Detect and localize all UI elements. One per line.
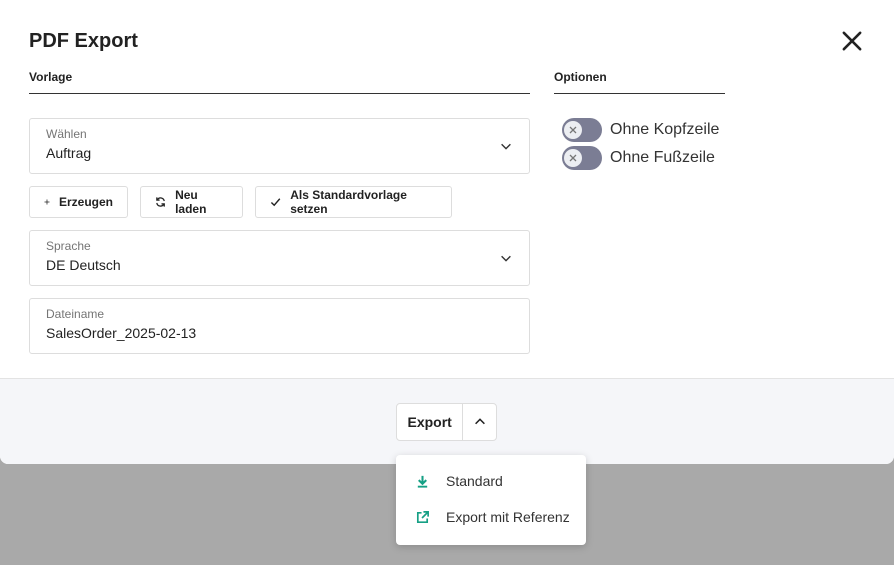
language-select-value: DE Deutsch <box>46 257 121 273</box>
dialog-title: PDF Export <box>29 30 138 52</box>
chevron-down-icon <box>501 143 511 150</box>
export-menu-toggle[interactable] <box>462 404 496 440</box>
section-options-header: Optionen <box>554 70 725 94</box>
x-icon <box>569 126 577 134</box>
filename-field-label: Dateiname <box>46 307 105 321</box>
export-menu: Standard Export mit Referenz <box>396 455 586 545</box>
dialog-footer: Export <box>0 378 894 464</box>
menu-item-standard-label: Standard <box>446 473 503 489</box>
chevron-up-icon <box>474 418 485 425</box>
template-select[interactable]: Wählen Auftrag <box>29 118 530 174</box>
export-button[interactable]: Export <box>397 404 462 440</box>
reload-button-label: Neu laden <box>175 188 207 216</box>
menu-item-standard[interactable]: Standard <box>396 463 586 499</box>
close-icon <box>842 31 862 51</box>
create-button-label: Erzeugen <box>58 195 113 209</box>
filename-field[interactable]: Dateiname SalesOrder_2025-02-13 <box>29 298 530 354</box>
external-link-icon <box>416 510 429 523</box>
template-select-value: Auftrag <box>46 145 92 161</box>
menu-item-export-with-reference[interactable]: Export mit Referenz <box>396 499 586 535</box>
set-default-template-button[interactable]: Als Standardvorlage setzen <box>255 186 452 218</box>
section-template-header: Vorlage <box>29 70 530 94</box>
filename-field-value: SalesOrder_2025-02-13 <box>46 325 197 341</box>
language-select-label: Sprache <box>46 239 91 253</box>
template-select-label: Wählen <box>46 127 87 141</box>
reload-button[interactable]: Neu laden <box>140 186 243 218</box>
no-footer-label: Ohne Fußzeile <box>610 149 715 166</box>
download-icon <box>417 475 428 488</box>
refresh-icon <box>156 197 165 207</box>
no-header-option[interactable]: Ohne Kopfzeile <box>562 118 719 142</box>
check-icon <box>270 198 281 207</box>
x-icon <box>569 154 577 162</box>
plus-icon <box>44 199 50 205</box>
no-footer-option[interactable]: Ohne Fußzeile <box>562 146 715 170</box>
menu-item-export-with-reference-label: Export mit Referenz <box>446 509 570 525</box>
no-header-toggle[interactable] <box>562 118 602 142</box>
create-button[interactable]: Erzeugen <box>29 186 128 218</box>
export-split-button: Export <box>396 403 497 441</box>
set-default-button-label: Als Standardvorlage setzen <box>290 188 407 216</box>
no-footer-toggle[interactable] <box>562 146 602 170</box>
pdf-export-dialog: PDF Export Vorlage Optionen Wählen Auftr… <box>0 0 894 464</box>
close-button[interactable] <box>838 27 866 55</box>
chevron-down-icon <box>501 255 511 262</box>
no-header-label: Ohne Kopfzeile <box>610 121 720 138</box>
language-select[interactable]: Sprache DE Deutsch <box>29 230 530 286</box>
